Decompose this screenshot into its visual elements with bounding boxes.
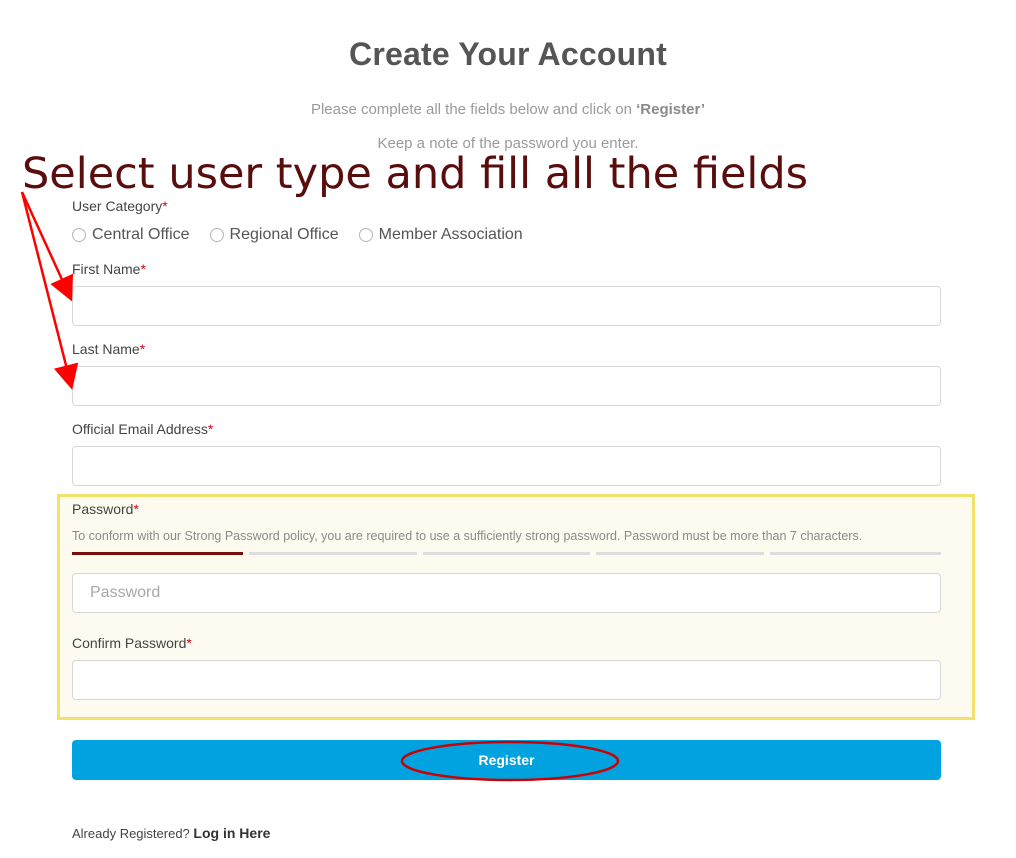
password-strength-segment [423, 552, 590, 555]
page-subtitle: Please complete all the fields below and… [0, 101, 1016, 118]
confirm-password-label: Confirm Password* [72, 635, 192, 651]
required-marker: * [207, 421, 214, 437]
password-label: Password* [72, 501, 139, 517]
subtitle-text: Please complete all the fields below and… [310, 101, 637, 118]
required-marker: * [133, 501, 139, 517]
annotation-arrow [20, 191, 74, 302]
radio-central-office-label[interactable]: Central Office [92, 226, 190, 244]
annotation-instruction: Select user type and fill all the fields [22, 149, 809, 199]
first-name-input[interactable] [72, 286, 941, 326]
required-marker: * [140, 261, 146, 277]
password-policy-hint: To conform with our Strong Password poli… [72, 529, 863, 543]
password-input[interactable] [72, 573, 941, 613]
subtitle-emphasis: ‘Register’ [636, 101, 706, 118]
radio-regional-office-label[interactable]: Regional Office [230, 226, 339, 244]
last-name-label: Last Name* [72, 341, 145, 357]
radio-member-association-label[interactable]: Member Association [379, 226, 523, 244]
login-link[interactable]: Log in Here [193, 825, 270, 841]
radio-circle-icon[interactable] [72, 228, 86, 242]
password-label-text: Password [72, 501, 134, 517]
first-name-label-text: First Name [72, 261, 141, 277]
user-category-radio-group: Central Office Regional Office Member As… [72, 226, 543, 244]
password-strength-segment [770, 552, 941, 555]
radio-member-association[interactable]: Member Association [358, 226, 523, 244]
register-button[interactable]: Register [72, 740, 941, 780]
last-name-input[interactable] [72, 366, 941, 406]
password-strength-segment [249, 552, 417, 555]
password-strength-segment [596, 552, 764, 555]
confirm-password-label-text: Confirm Password [72, 635, 187, 651]
login-prompt: Already Registered? Log in Here [72, 825, 270, 841]
password-strength-segment [72, 552, 243, 555]
already-registered-text: Already Registered? [72, 826, 190, 841]
annotation-arrow [20, 191, 79, 390]
email-label-text: Official Email Address [72, 421, 208, 437]
radio-central-office[interactable]: Central Office [72, 226, 190, 244]
confirm-password-input[interactable] [72, 660, 941, 700]
radio-circle-icon[interactable] [358, 228, 373, 242]
radio-circle-icon[interactable] [209, 228, 224, 242]
required-marker: * [139, 341, 146, 357]
email-input[interactable] [72, 446, 941, 486]
last-name-label-text: Last Name [72, 341, 140, 357]
first-name-label: First Name* [72, 261, 146, 277]
email-label: Official Email Address* [72, 421, 213, 437]
radio-regional-office[interactable]: Regional Office [209, 226, 339, 244]
required-marker: * [186, 635, 192, 651]
register-button-label[interactable]: Register [478, 752, 534, 768]
page-title: Create Your Account [349, 36, 667, 72]
